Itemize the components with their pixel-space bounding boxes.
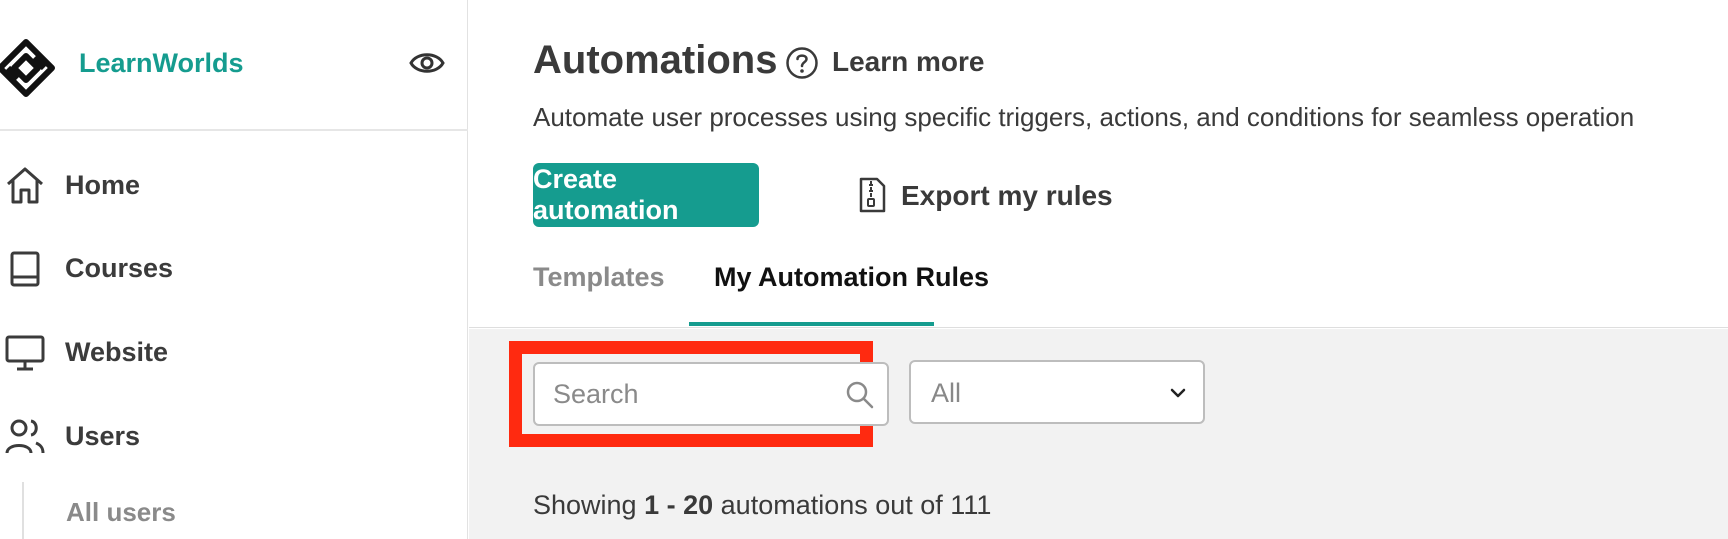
- status-filter-value: All: [931, 378, 962, 408]
- main-content: Automations Learn more Automate user pro…: [469, 0, 1728, 539]
- sidebar-item-website[interactable]: Website: [0, 321, 456, 381]
- sidebar-subitem-all-users[interactable]: All users: [66, 497, 176, 528]
- chevron-down-icon: [1170, 388, 1186, 398]
- sidebar-item-label: Courses: [65, 253, 174, 283]
- page-title: Automations: [533, 38, 778, 82]
- results-prefix: Showing: [533, 490, 637, 520]
- search-icon[interactable]: [845, 380, 875, 410]
- brand-header: LearnWorlds: [0, 0, 468, 131]
- status-filter-select[interactable]: All: [909, 360, 1205, 424]
- search-input[interactable]: [553, 374, 833, 414]
- zip-file-icon: [859, 177, 886, 213]
- export-rules-label: Export my rules: [901, 180, 1113, 211]
- page-header: Automations Learn more Automate user pro…: [469, 0, 1728, 328]
- results-suffix: automations out of 111: [720, 490, 992, 520]
- active-tab-indicator: [689, 322, 934, 326]
- monitor-icon: [5, 335, 45, 371]
- sidebar-item-label: Users: [65, 421, 141, 451]
- eye-icon[interactable]: [408, 48, 446, 78]
- results-count: Showing 1 - 20 automations out of 111: [533, 490, 991, 521]
- sidebar-item-label: Home: [65, 170, 141, 200]
- book-icon: [10, 251, 40, 287]
- sidebar-item-users[interactable]: Users: [0, 405, 456, 465]
- users-icon: [5, 419, 45, 454]
- sidebar-item-label: Website: [65, 337, 169, 367]
- sidebar-item-home[interactable]: Home: [0, 154, 456, 214]
- app-root: LearnWorlds Home Courses Website Users A…: [0, 0, 1728, 539]
- submenu-divider: [22, 482, 24, 539]
- sidebar-item-courses[interactable]: Courses: [0, 237, 456, 297]
- tab-my-automation-rules[interactable]: My Automation Rules: [714, 262, 989, 293]
- tab-templates[interactable]: Templates: [533, 262, 665, 293]
- sidebar: LearnWorlds Home Courses Website Users A…: [0, 0, 468, 539]
- home-icon: [7, 167, 43, 204]
- help-icon[interactable]: [785, 46, 819, 80]
- results-range: 1 - 20: [644, 490, 714, 520]
- rules-list-area: All Showing 1 - 20 automations out of 11…: [469, 329, 1728, 539]
- brand-name[interactable]: LearnWorlds: [79, 48, 244, 79]
- page-subtitle: Automate user processes using specific t…: [533, 102, 1635, 132]
- learnworlds-logo-icon: [0, 39, 55, 97]
- learn-more-link[interactable]: Learn more: [832, 46, 985, 78]
- search-field[interactable]: [533, 362, 889, 426]
- create-automation-button[interactable]: Create automation: [533, 163, 759, 227]
